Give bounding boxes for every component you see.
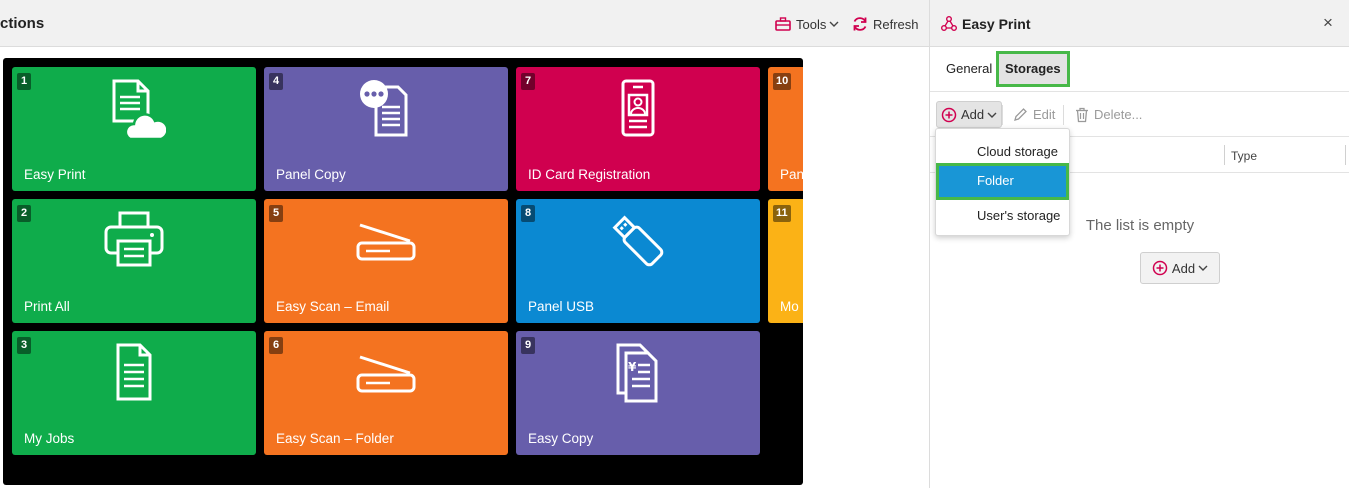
tile-label: Mo xyxy=(780,299,799,314)
tile-number: 3 xyxy=(17,337,31,354)
tile-id-card-registration[interactable]: 7 ID Card Registration xyxy=(516,67,760,191)
scanner-icon xyxy=(356,223,416,261)
tile-number: 9 xyxy=(521,337,535,354)
right-pane: Easy Print × General Storages Add Edit D… xyxy=(929,0,1349,488)
delete-button[interactable]: Delete... xyxy=(1071,101,1146,128)
edit-label: Edit xyxy=(1033,107,1056,122)
tile-my-jobs[interactable]: 3 My Jobs xyxy=(12,331,256,455)
empty-add-button[interactable]: Add xyxy=(1140,252,1220,284)
refresh-label: Refresh xyxy=(873,16,919,32)
tile-label: Easy Print xyxy=(24,167,86,182)
tile-number: 11 xyxy=(773,205,791,222)
tile-easy-copy[interactable]: 9 ¥ Easy Copy xyxy=(516,331,760,455)
tools-button[interactable]: Tools xyxy=(775,14,844,34)
trash-icon xyxy=(1076,107,1088,122)
toolbox-icon xyxy=(775,17,791,31)
workflow-icon xyxy=(941,16,957,31)
tile-print-all[interactable]: 2 Print All xyxy=(12,199,256,323)
chevron-down-icon xyxy=(829,21,839,27)
tab-general[interactable]: General xyxy=(946,54,992,84)
column-resize-handle[interactable] xyxy=(1345,145,1346,165)
tile-number: 8 xyxy=(521,205,535,222)
tile-label: ID Card Registration xyxy=(528,167,651,182)
add-button[interactable]: Add xyxy=(936,101,1003,128)
column-resize-handle[interactable] xyxy=(1224,145,1225,165)
tile-easy-scan-email[interactable]: 5 Easy Scan – Email xyxy=(264,199,508,323)
menu-item-users-storage[interactable]: User's storage xyxy=(936,201,1069,231)
tile-label: Easy Copy xyxy=(528,431,594,446)
menu-item-folder[interactable]: Folder xyxy=(936,163,1069,200)
left-title: ctions xyxy=(0,15,45,32)
tile-panel-usb[interactable]: 8 Panel USB xyxy=(516,199,760,323)
easy-copy-icon: ¥ xyxy=(616,343,658,403)
refresh-icon xyxy=(853,17,867,31)
tile-easy-scan-folder[interactable]: 6 Easy Scan – Folder xyxy=(264,331,508,455)
tab-bar: General Storages xyxy=(930,47,1349,92)
usb-icon xyxy=(612,215,664,267)
delete-label: Delete... xyxy=(1094,107,1143,122)
plus-circle-icon xyxy=(941,107,957,122)
tools-label: Tools xyxy=(796,16,827,32)
tile-number: 1 xyxy=(17,73,31,90)
tile-number: 2 xyxy=(17,205,31,222)
tile-label: Panel Copy xyxy=(276,167,346,182)
left-pane: ctions Tools Refresh 1 Easy Print 4 Pane… xyxy=(0,0,929,488)
tile-number: 10 xyxy=(773,73,792,90)
tile-label: Print All xyxy=(24,299,70,314)
chevron-down-icon xyxy=(1198,265,1208,271)
tile-label: Easy Scan – Email xyxy=(276,299,390,314)
print-cloud-icon xyxy=(112,79,166,139)
toolbar-divider xyxy=(1063,105,1064,125)
left-header: ctions Tools Refresh xyxy=(0,0,929,47)
tile-number: 6 xyxy=(269,337,283,354)
tile-label: Panel USB xyxy=(528,299,595,314)
column-type[interactable]: Type xyxy=(1231,149,1257,163)
document-icon xyxy=(116,343,152,401)
tile-pan[interactable]: 10 Pan xyxy=(768,67,803,191)
plus-circle-icon xyxy=(1152,260,1168,276)
add-dropdown-menu: Cloud storage Folder User's storage xyxy=(935,128,1070,236)
terminal-screen: 1 Easy Print 4 Panel Copy 7 ID Card Regi… xyxy=(3,58,803,485)
edit-button[interactable]: Edit xyxy=(1008,101,1059,128)
tile-easy-print[interactable]: 1 Easy Print xyxy=(12,67,256,191)
tile-panel-copy[interactable]: 4 Panel Copy xyxy=(264,67,508,191)
tile-number: 7 xyxy=(521,73,535,90)
toolbar-divider xyxy=(1002,105,1003,125)
tile-label: Easy Scan – Folder xyxy=(276,431,394,446)
add-label: Add xyxy=(961,107,985,122)
panel-header: Easy Print × xyxy=(930,0,1349,47)
menu-item-cloud-storage[interactable]: Cloud storage xyxy=(936,137,1069,167)
printer-icon xyxy=(104,211,164,267)
tile-number: 4 xyxy=(269,73,283,90)
panel-copy-icon xyxy=(360,80,408,137)
refresh-button[interactable]: Refresh xyxy=(852,14,919,34)
chevron-down-icon xyxy=(987,112,997,118)
tab-storages[interactable]: Storages xyxy=(996,51,1070,87)
tile-mo[interactable]: 11 Mo xyxy=(768,199,803,323)
scanner-icon xyxy=(356,355,416,393)
close-button[interactable]: × xyxy=(1323,14,1333,32)
id-card-icon xyxy=(621,79,655,137)
panel-title: Easy Print xyxy=(962,16,1031,32)
tile-label: My Jobs xyxy=(24,431,75,446)
pencil-icon xyxy=(1014,107,1027,121)
svg-text:¥: ¥ xyxy=(628,360,637,374)
tile-label: Pan xyxy=(780,167,803,182)
tile-number: 5 xyxy=(269,205,283,222)
empty-add-label: Add xyxy=(1171,260,1196,276)
